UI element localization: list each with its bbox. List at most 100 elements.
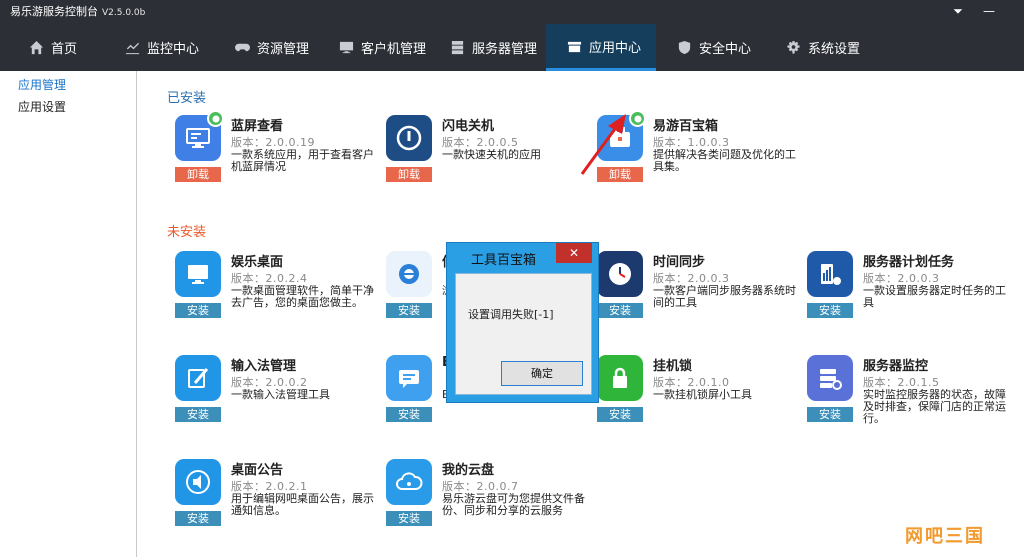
uninstalled-heading: 未安装	[167, 225, 207, 240]
app-version: 版本：1.0.0.3	[653, 136, 730, 149]
app-description: 用于编辑网吧桌面公告，展示通知信息。	[231, 493, 374, 517]
app-version: 版本：2.0.0.3	[863, 272, 940, 285]
power-app-icon	[386, 115, 432, 161]
app-version: 版本：2.0.0.5	[442, 136, 519, 149]
app-description: 一款输入法管理工具	[231, 389, 330, 401]
sidebar-item-app-settings[interactable]: 应用设置	[18, 98, 66, 115]
home-icon	[28, 40, 44, 56]
uninstall-button[interactable]: 卸载	[386, 167, 432, 182]
nav-resource-management[interactable]: 资源管理	[234, 24, 309, 71]
speaker-app-icon	[175, 459, 221, 505]
app-card-input-method-management: 安装 输入法管理 版本：2.0.0.2 一款输入法管理工具	[175, 355, 375, 445]
install-button[interactable]: 安装	[175, 407, 221, 422]
minimize-button[interactable]: —	[978, 2, 1000, 20]
app-version: 版本：2.0.2.4	[231, 272, 308, 285]
nav-home[interactable]: 首页	[28, 24, 77, 71]
app-name: 闪电关机	[442, 119, 495, 134]
install-button[interactable]: 安装	[175, 303, 221, 318]
dialog-ok-button[interactable]: 确定	[501, 361, 583, 386]
install-button[interactable]: 安装	[807, 407, 853, 422]
app-card-server-scheduled-tasks: 安装 服务器计划任务 版本：2.0.0.3 一款设置服务器定时任务的工具	[807, 251, 1007, 341]
app-name: 桌面公告	[231, 463, 284, 478]
app-version: 版本：2.0.2.1	[231, 480, 308, 493]
installed-heading: 已安装	[167, 91, 207, 106]
app-description: 实时监控服务器的状态，故障及时排查，保障门店的正常运行。	[863, 389, 1006, 425]
uninstall-button[interactable]: 卸载	[175, 167, 221, 182]
app-card-idle-lock: 安装 挂机锁 版本：2.0.1.0 一款挂机锁屏小工具	[597, 355, 797, 445]
install-button[interactable]: 安装	[386, 303, 432, 318]
red-arrow-annotation	[580, 114, 626, 175]
app-version: 版本：2.0.0.3	[653, 272, 730, 285]
app-name: 挂机锁	[653, 359, 693, 374]
install-button[interactable]: 安装	[386, 511, 432, 526]
nav-label: 监控中心	[147, 42, 200, 57]
app-card-my-cloud-drive: 安装 我的云盘 版本：2.0.0.7 易乐游云盘可为您提供文件备份、同步和分享的…	[386, 459, 586, 549]
nav-server-management[interactable]: 服务器管理	[449, 24, 537, 71]
nav-client-management[interactable]: 客户机管理	[338, 24, 426, 71]
nav-label: 客户机管理	[361, 42, 427, 57]
app-description: 提供解决各类问题及优化的工具集。	[653, 149, 796, 173]
title-bar: 易乐游服务控制台 V2.5.0.0b ⏷ — 首页 监控中心 资源管理 客户机管理…	[0, 0, 1024, 71]
app-version: 版本：2.0.0.19	[231, 136, 315, 149]
app-description: 一款挂机锁屏小工具	[653, 389, 752, 401]
app-name: 时间同步	[653, 255, 706, 270]
app-card-bluescreen-viewer: 卸载 蓝屏查看 版本：2.0.0.19 一款系统应用，用于查看客户机蓝屏情况	[175, 110, 375, 205]
install-button[interactable]: 安装	[597, 407, 643, 422]
nav-label: 首页	[51, 42, 78, 57]
app-version: 版本：2.0.1.0	[653, 376, 730, 389]
dialog-title: 工具百宝箱	[471, 253, 537, 268]
nav-label: 系统设置	[808, 42, 861, 57]
server-task-app-icon	[807, 251, 853, 297]
nav-system-settings[interactable]: 系统设置	[785, 24, 860, 71]
nav-label: 服务器管理	[472, 42, 538, 57]
gamepad-icon	[234, 40, 250, 56]
shield-icon	[676, 40, 692, 56]
sidebar: 应用管理 应用设置	[0, 71, 137, 557]
watermark: 网吧三国	[905, 526, 985, 547]
chart-icon	[124, 40, 140, 56]
app-version: 版本：2.0.0.2	[231, 376, 308, 389]
desktop-app-icon	[175, 251, 221, 297]
install-button[interactable]: 安装	[386, 407, 432, 422]
app-version: V2.5.0.0b	[102, 8, 146, 18]
nav-app-center[interactable]: 应用中心	[546, 24, 656, 71]
app-name: 蓝屏查看	[231, 119, 284, 134]
nav-label: 资源管理	[257, 42, 310, 57]
app-name: 服务器监控	[863, 359, 929, 374]
dialog-message: 设置调用失败[-1]	[468, 308, 554, 321]
lock-app-icon	[597, 355, 643, 401]
toolbox-dialog: 工具百宝箱 ✕ 设置调用失败[-1] 确定	[446, 242, 599, 403]
install-button[interactable]: 安装	[175, 511, 221, 526]
sidebar-item-app-management[interactable]: 应用管理	[18, 76, 66, 93]
app-description: 易乐游云盘可为您提供文件备份、同步和分享的云服务	[442, 493, 585, 517]
nav-security-center[interactable]: 安全中心	[676, 24, 751, 71]
install-button[interactable]: 安装	[807, 303, 853, 318]
app-version: 版本：2.0.0.7	[442, 480, 519, 493]
cloud-app-icon	[386, 459, 432, 505]
clock-app-icon	[597, 251, 643, 297]
nav-monitor-center[interactable]: 监控中心	[124, 24, 199, 71]
app-version: 版本：2.0.1.5	[863, 376, 940, 389]
app-name: 服务器计划任务	[863, 255, 955, 270]
installed-gear-icon	[207, 110, 224, 127]
app-card-time-sync: 安装 时间同步 版本：2.0.0.3 一款客户端同步服务器系统时间的工具	[597, 251, 797, 341]
window-title: 易乐游服务控制台 V2.5.0.0b	[10, 3, 145, 19]
browser-app-icon	[386, 251, 432, 297]
app-name: 易乐游服务控制台	[10, 5, 98, 18]
main-nav: 首页 监控中心 资源管理 客户机管理 服务器管理 应用中心 安全中心 系统设置	[0, 24, 1024, 71]
app-description: 一款桌面管理软件，简单干净去广告，您的桌面您做主。	[231, 285, 374, 309]
nav-label: 应用中心	[589, 40, 642, 56]
install-button[interactable]: 安装	[597, 303, 643, 318]
app-card-server-monitor: 安装 服务器监控 版本：2.0.1.5 实时监控服务器的状态，故障及时排查，保障…	[807, 355, 1007, 445]
app-description: 一款系统应用，用于查看客户机蓝屏情况	[231, 149, 374, 173]
dialog-close-button[interactable]: ✕	[556, 243, 592, 263]
app-card-desktop-notice: 安装 桌面公告 版本：2.0.2.1 用于编辑网吧桌面公告，展示通知信息。	[175, 459, 375, 549]
nav-label: 安全中心	[699, 42, 752, 57]
app-name: 输入法管理	[231, 359, 297, 374]
app-name: 娱乐桌面	[231, 255, 284, 270]
app-name: 易游百宝箱	[653, 119, 719, 134]
app-card-entertainment-desktop: 安装 娱乐桌面 版本：2.0.2.4 一款桌面管理软件，简单干净去广告，您的桌面…	[175, 251, 375, 341]
server-icon	[449, 40, 465, 56]
menu-dropdown-button[interactable]: ⏷	[947, 2, 969, 20]
app-card-quick-shutdown: 卸载 闪电关机 版本：2.0.0.5 一款快速关机的应用	[386, 115, 586, 205]
